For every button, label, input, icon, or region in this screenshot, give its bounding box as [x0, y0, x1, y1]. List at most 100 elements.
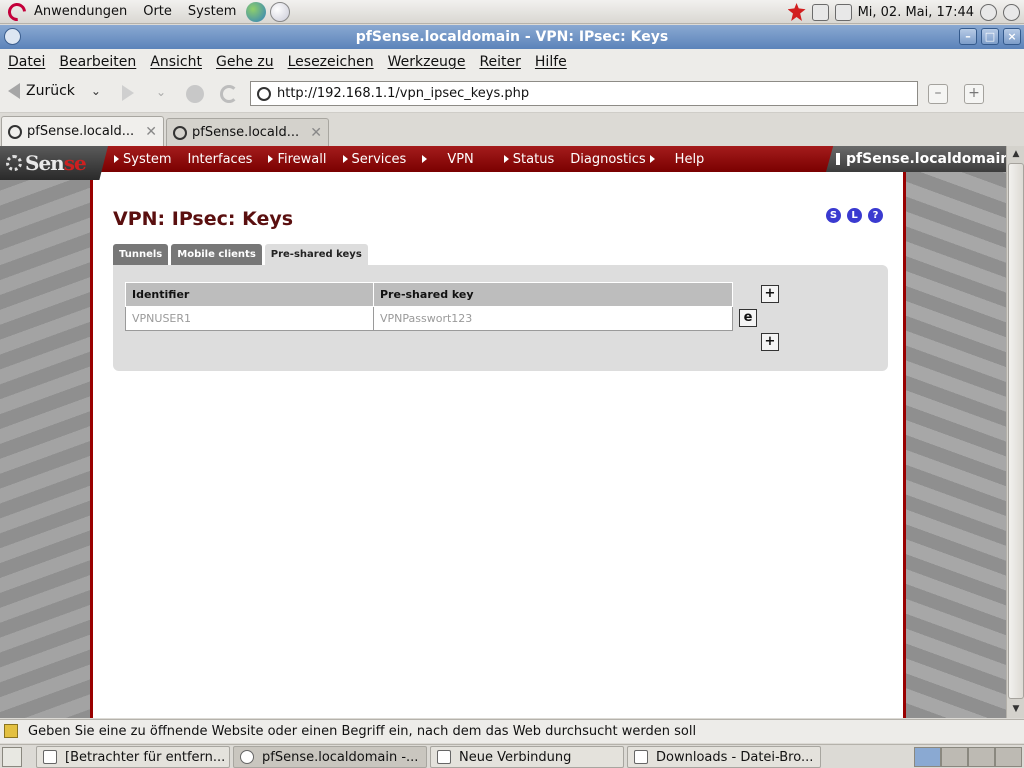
window-icon[interactable]	[4, 28, 21, 45]
nav-arrow-icon	[114, 155, 119, 163]
nav-label: VPN	[447, 151, 474, 167]
cell-pre-shared-key[interactable]: VPNPasswort123	[373, 306, 733, 331]
menu-system[interactable]: System	[188, 4, 236, 19]
menu-lesezeichen[interactable]: Lesezeichen	[288, 54, 374, 70]
maximize-button[interactable]: □	[981, 28, 999, 45]
browser-icon	[240, 750, 254, 764]
zoom-in-button[interactable]: +	[964, 84, 984, 104]
taskbar-item-remote-viewer[interactable]: [Betrachter für entfern...	[36, 746, 230, 768]
stop-button-icon[interactable]	[186, 85, 204, 103]
nav-diagnostics[interactable]: Diagnostics	[570, 152, 658, 167]
url-bar[interactable]: http://192.168.1.1/vpn_ipsec_keys.php	[250, 81, 918, 106]
nav-spacer[interactable]	[422, 155, 431, 163]
taskbar-label: Neue Verbindung	[459, 749, 572, 765]
nav-services[interactable]: Services	[342, 151, 407, 167]
edit-key-icon[interactable]: e	[739, 309, 757, 327]
nav-arrow-icon	[268, 155, 274, 163]
menu-gehe-zu[interactable]: Gehe zu	[216, 54, 274, 70]
tab-close-icon[interactable]: ✕	[145, 124, 157, 140]
nav-interfaces[interactable]: Interfaces	[187, 152, 252, 167]
back-button[interactable]: Zurück ⌄	[8, 83, 101, 99]
scrollbar-thumb[interactable]	[1008, 163, 1024, 699]
workspace-3[interactable]	[968, 747, 995, 767]
nav-label: Help	[674, 151, 705, 167]
taskbar-label: [Betrachter für entfern...	[65, 749, 226, 765]
volume-icon[interactable]	[980, 3, 997, 21]
vertical-scrollbar[interactable]: ▲ ▼	[1006, 146, 1024, 718]
close-window-button[interactable]: ×	[1003, 28, 1021, 45]
table-row[interactable]: VPNUSER1 VPNPasswort123	[125, 306, 733, 331]
scroll-down-icon[interactable]: ▼	[1008, 701, 1024, 717]
subtab-tunnels[interactable]: Tunnels	[113, 244, 169, 265]
clipboard-tray-icon[interactable]	[834, 3, 852, 21]
window-title: pfSense.localdomain - VPN: IPsec: Keys	[355, 29, 669, 45]
status-bar: Geben Sie eine zu öffnende Website oder …	[0, 719, 1024, 743]
tab-close-icon[interactable]: ✕	[310, 125, 322, 141]
column-header-pre-shared-key: Pre-shared key	[373, 282, 733, 307]
workspace-1[interactable]	[914, 747, 941, 767]
nav-label: Diagnostics	[570, 151, 646, 167]
status-shortcut-icon[interactable]: S	[826, 208, 841, 223]
update-notifier-icon[interactable]	[787, 3, 806, 21]
url-text[interactable]: http://192.168.1.1/vpn_ipsec_keys.php	[277, 86, 529, 101]
menu-reiter[interactable]: Reiter	[479, 54, 520, 70]
nav-system[interactable]: System	[114, 152, 171, 167]
taskbar-item-new-connection[interactable]: Neue Verbindung	[430, 746, 624, 768]
nav-firewall[interactable]: Firewall	[268, 152, 327, 167]
zoom-out-button[interactable]: –	[928, 84, 948, 104]
menubar: Datei Bearbeiten Ansicht Gehe zu Lesezei…	[0, 49, 1024, 75]
nav-arrow-icon	[422, 155, 428, 163]
table-header-row: Identifier Pre-shared key	[125, 282, 733, 307]
workspace-4[interactable]	[995, 747, 1022, 767]
reload-button-icon[interactable]	[220, 85, 238, 103]
top-panel: Anwendungen Orte System Mi, 02. Mai, 17:…	[0, 0, 1024, 25]
subtab-pre-shared-keys[interactable]: Pre-shared keys	[264, 244, 368, 267]
pfsense-logo[interactable]: Sense	[0, 146, 108, 180]
taskbar-item-browser[interactable]: pfSense.localdomain -...	[233, 746, 427, 768]
add-key-top-icon[interactable]: +	[761, 285, 779, 303]
search-tray-icon[interactable]	[811, 3, 829, 21]
page-viewport: VPN: IPsec: Keys S L ? Tunnels Mobile cl…	[0, 146, 1006, 718]
taskbar-label: Downloads - Datei-Bro...	[656, 749, 814, 765]
tab-pfsense-2[interactable]: pfSense.locald... ✕	[166, 118, 329, 146]
workspace-switcher[interactable]	[914, 747, 1022, 767]
menu-werkzeuge[interactable]: Werkzeuge	[388, 54, 466, 70]
pfsense-gear-icon	[6, 155, 22, 171]
browser-launcher-icon[interactable]	[246, 1, 267, 22]
taskbar-item-downloads[interactable]: Downloads - Datei-Bro...	[627, 746, 821, 768]
subtab-mobile-clients[interactable]: Mobile clients	[171, 244, 262, 265]
tab-pfsense-1[interactable]: pfSense.locald... ✕	[1, 116, 164, 146]
nav-vpn[interactable]: VPN	[447, 152, 473, 167]
keys-panel: Identifier Pre-shared key VPNUSER1 VPNPa…	[113, 265, 888, 371]
back-history-dropdown-icon[interactable]: ⌄	[91, 84, 101, 98]
forward-button-icon[interactable]	[122, 85, 134, 101]
menu-bearbeiten[interactable]: Bearbeiten	[59, 54, 136, 70]
workspace-2[interactable]	[941, 747, 968, 767]
tab-label: pfSense.locald...	[192, 125, 300, 140]
security-lock-icon[interactable]	[4, 724, 18, 738]
nav-status[interactable]: Status	[503, 152, 554, 167]
menu-ansicht[interactable]: Ansicht	[150, 54, 202, 70]
menu-datei[interactable]: Datei	[8, 54, 45, 70]
add-key-bottom-icon[interactable]: +	[761, 333, 779, 351]
forward-history-dropdown-icon[interactable]: ⌄	[156, 85, 174, 103]
window-titlebar[interactable]: pfSense.localdomain - VPN: IPsec: Keys –…	[0, 25, 1024, 49]
page-content: VPN: IPsec: Keys S L ? Tunnels Mobile cl…	[90, 172, 906, 718]
menu-hilfe[interactable]: Hilfe	[535, 54, 567, 70]
menu-orte[interactable]: Orte	[143, 4, 172, 19]
taskbar-label: pfSense.localdomain -...	[262, 749, 419, 765]
minimize-button[interactable]: –	[959, 28, 977, 45]
log-shortcut-icon[interactable]: L	[847, 208, 862, 223]
nav-label: Services	[351, 151, 407, 167]
mail-launcher-icon[interactable]	[270, 1, 291, 22]
menu-anwendungen[interactable]: Anwendungen	[34, 4, 127, 19]
clock[interactable]: Mi, 02. Mai, 17:44	[858, 5, 974, 20]
show-desktop-button[interactable]	[2, 747, 22, 767]
help-icon[interactable]: ?	[868, 208, 883, 223]
network-tray-icon[interactable]	[1003, 3, 1020, 21]
cell-identifier[interactable]: VPNUSER1	[125, 306, 374, 331]
column-header-identifier: Identifier	[125, 282, 374, 307]
scroll-up-icon[interactable]: ▲	[1008, 146, 1024, 162]
nav-help[interactable]: Help	[675, 152, 705, 167]
bottom-taskbar: [Betrachter für entfern... pfSense.local…	[0, 744, 1024, 768]
